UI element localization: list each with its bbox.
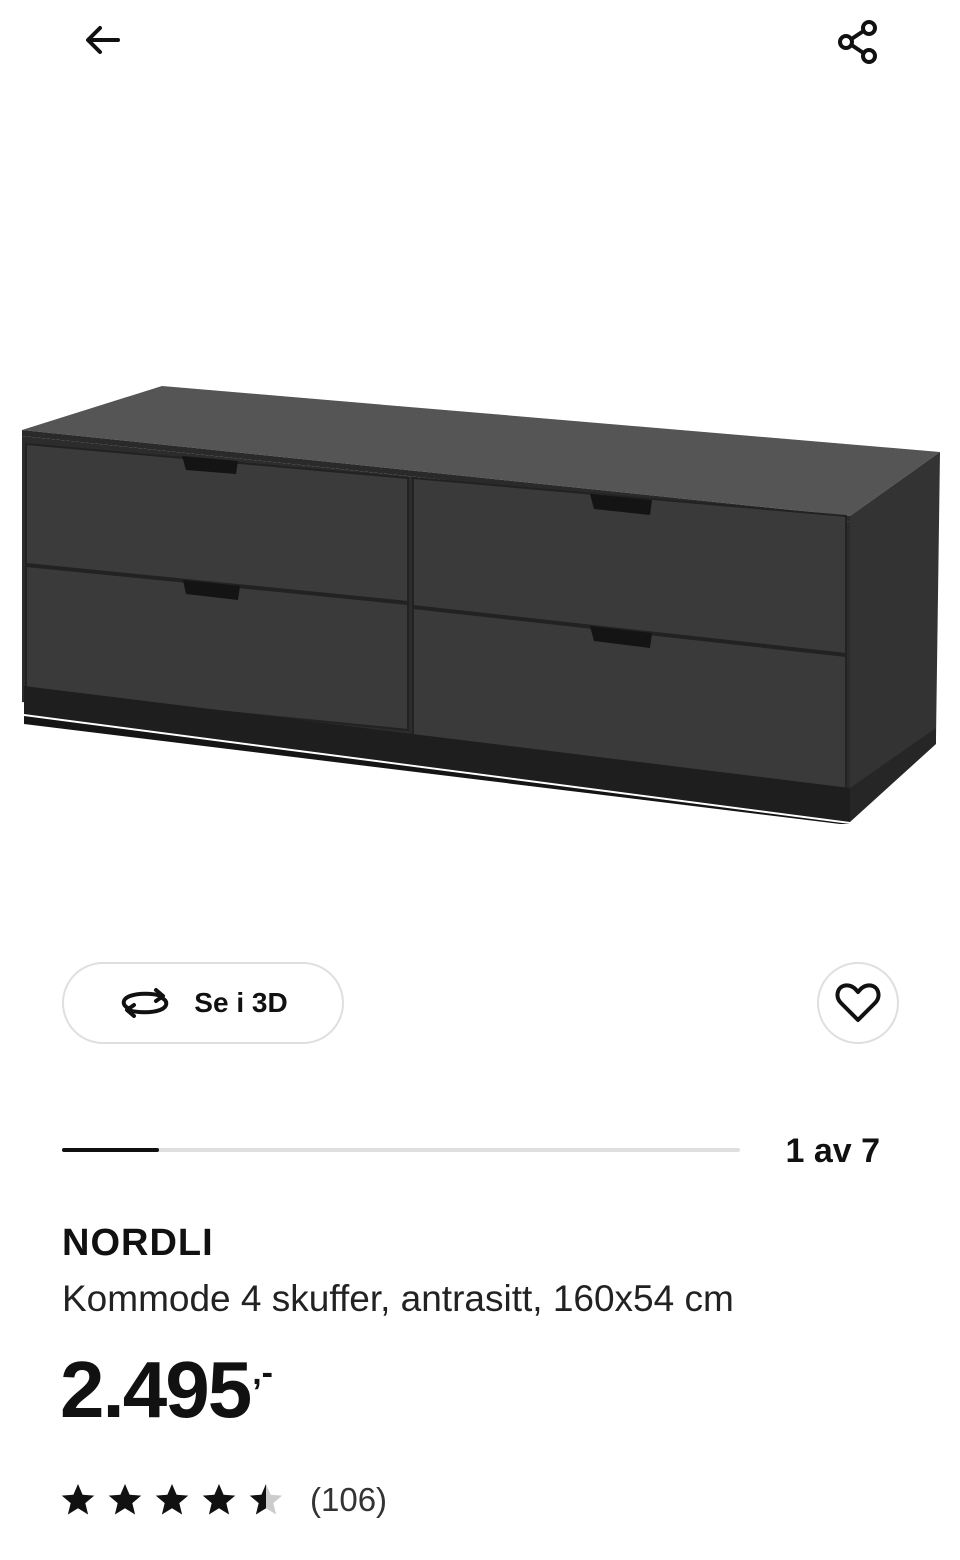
price-value: 2.495 bbox=[60, 1345, 252, 1434]
product-name: NORDLI bbox=[62, 1222, 214, 1264]
share-button[interactable] bbox=[826, 10, 890, 74]
product-rating[interactable]: (106) bbox=[60, 1478, 387, 1522]
view-in-3d-label: Se i 3D bbox=[194, 987, 288, 1018]
star-icon bbox=[249, 1484, 283, 1515]
heart-icon bbox=[835, 983, 881, 1022]
star-icon bbox=[108, 1484, 142, 1515]
product-description: Kommode 4 skuffer, antrasitt, 160x54 cm bbox=[62, 1278, 734, 1319]
product-price: 2.495 ,- bbox=[60, 1350, 273, 1430]
rotate-3d-icon bbox=[122, 988, 169, 1018]
share-icon bbox=[838, 20, 877, 64]
star-icon bbox=[202, 1484, 236, 1515]
product-image[interactable] bbox=[0, 330, 960, 850]
gallery-progress-fill bbox=[62, 1148, 159, 1152]
gallery-counter: 1 av 7 bbox=[785, 1132, 880, 1170]
gallery-progress-bar bbox=[62, 1148, 740, 1152]
price-suffix: ,- bbox=[252, 1354, 273, 1392]
star-icon bbox=[61, 1484, 95, 1515]
product-page: Se i 3D 1 av 7 NORDLI Kommode 4 skuffer,… bbox=[0, 0, 960, 1560]
star-icon bbox=[155, 1484, 189, 1515]
back-button[interactable] bbox=[70, 10, 134, 74]
arrow-left-icon bbox=[86, 26, 120, 54]
favorite-button[interactable] bbox=[817, 962, 899, 1044]
view-in-3d-button[interactable]: Se i 3D bbox=[62, 962, 344, 1044]
rating-stars bbox=[60, 1482, 284, 1518]
rating-count: (106) bbox=[310, 1481, 388, 1518]
